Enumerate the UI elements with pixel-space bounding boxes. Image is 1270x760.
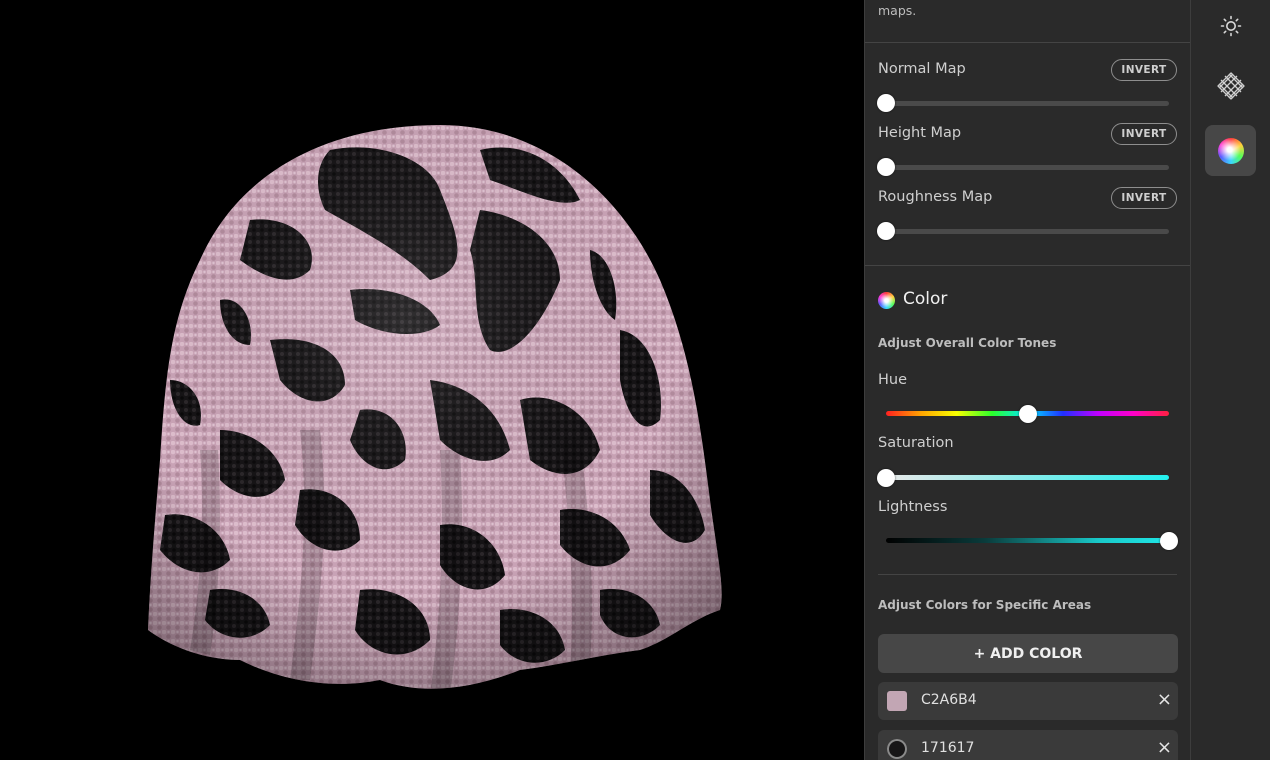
height-map-slider-track[interactable] (886, 165, 1169, 170)
color-swatch[interactable] (887, 739, 907, 759)
saturation-label: Saturation (878, 435, 954, 451)
overall-color-heading: Adjust Overall Color Tones (878, 336, 1057, 350)
color-section-title: Color (903, 289, 948, 309)
saturation-slider-handle[interactable] (877, 469, 895, 487)
hue-slider-handle[interactable] (1019, 405, 1037, 423)
color-hex-value: 171617 (921, 740, 975, 756)
color-tool-button[interactable] (1205, 125, 1256, 176)
sun-icon (1220, 15, 1241, 36)
material-settings-panel[interactable]: maps. Normal Map INVERT Height Map INVER… (864, 0, 1191, 760)
color-hex-value: C2A6B4 (921, 692, 977, 708)
section-divider (865, 42, 1190, 43)
color-list-item[interactable]: 171617 × (878, 730, 1178, 760)
roughness-map-label: Roughness Map (878, 189, 993, 205)
fabric-pattern-icon (1216, 71, 1245, 100)
normal-map-invert-button[interactable]: INVERT (1111, 59, 1177, 81)
color-swatch[interactable] (887, 691, 907, 711)
specific-areas-heading: Adjust Colors for Specific Areas (878, 598, 1092, 612)
texture-maps-tool-button[interactable] (1205, 60, 1256, 111)
remove-color-icon[interactable]: × (1157, 737, 1172, 759)
roughness-map-invert-button[interactable]: INVERT (1111, 187, 1177, 209)
add-color-button[interactable]: + ADD COLOR (878, 634, 1178, 673)
color-wheel-icon (878, 292, 895, 309)
color-list-item[interactable]: C2A6B4 × (878, 682, 1178, 720)
height-map-label: Height Map (878, 125, 962, 141)
lighting-tool-button[interactable] (1205, 0, 1256, 51)
hue-label: Hue (878, 372, 908, 388)
maps-description-tail: maps. (878, 3, 917, 18)
roughness-map-slider-handle[interactable] (877, 222, 895, 240)
normal-map-label: Normal Map (878, 61, 966, 77)
saturation-slider-track[interactable] (886, 475, 1169, 480)
normal-map-slider-track[interactable] (886, 101, 1169, 106)
section-divider (878, 574, 1177, 575)
right-toolbar (1191, 0, 1270, 760)
3d-viewport[interactable] (0, 0, 864, 760)
section-divider (865, 265, 1190, 266)
roughness-map-slider-track[interactable] (886, 229, 1169, 234)
height-map-invert-button[interactable]: INVERT (1111, 123, 1177, 145)
lightness-label: Lightness (878, 499, 948, 515)
lightness-slider-track[interactable] (886, 538, 1169, 543)
remove-color-icon[interactable]: × (1157, 689, 1172, 711)
lightness-slider-handle[interactable] (1160, 532, 1178, 550)
fabric-drape-preview (148, 125, 722, 689)
color-wheel-icon (1217, 137, 1244, 164)
height-map-slider-handle[interactable] (877, 158, 895, 176)
normal-map-slider-handle[interactable] (877, 94, 895, 112)
